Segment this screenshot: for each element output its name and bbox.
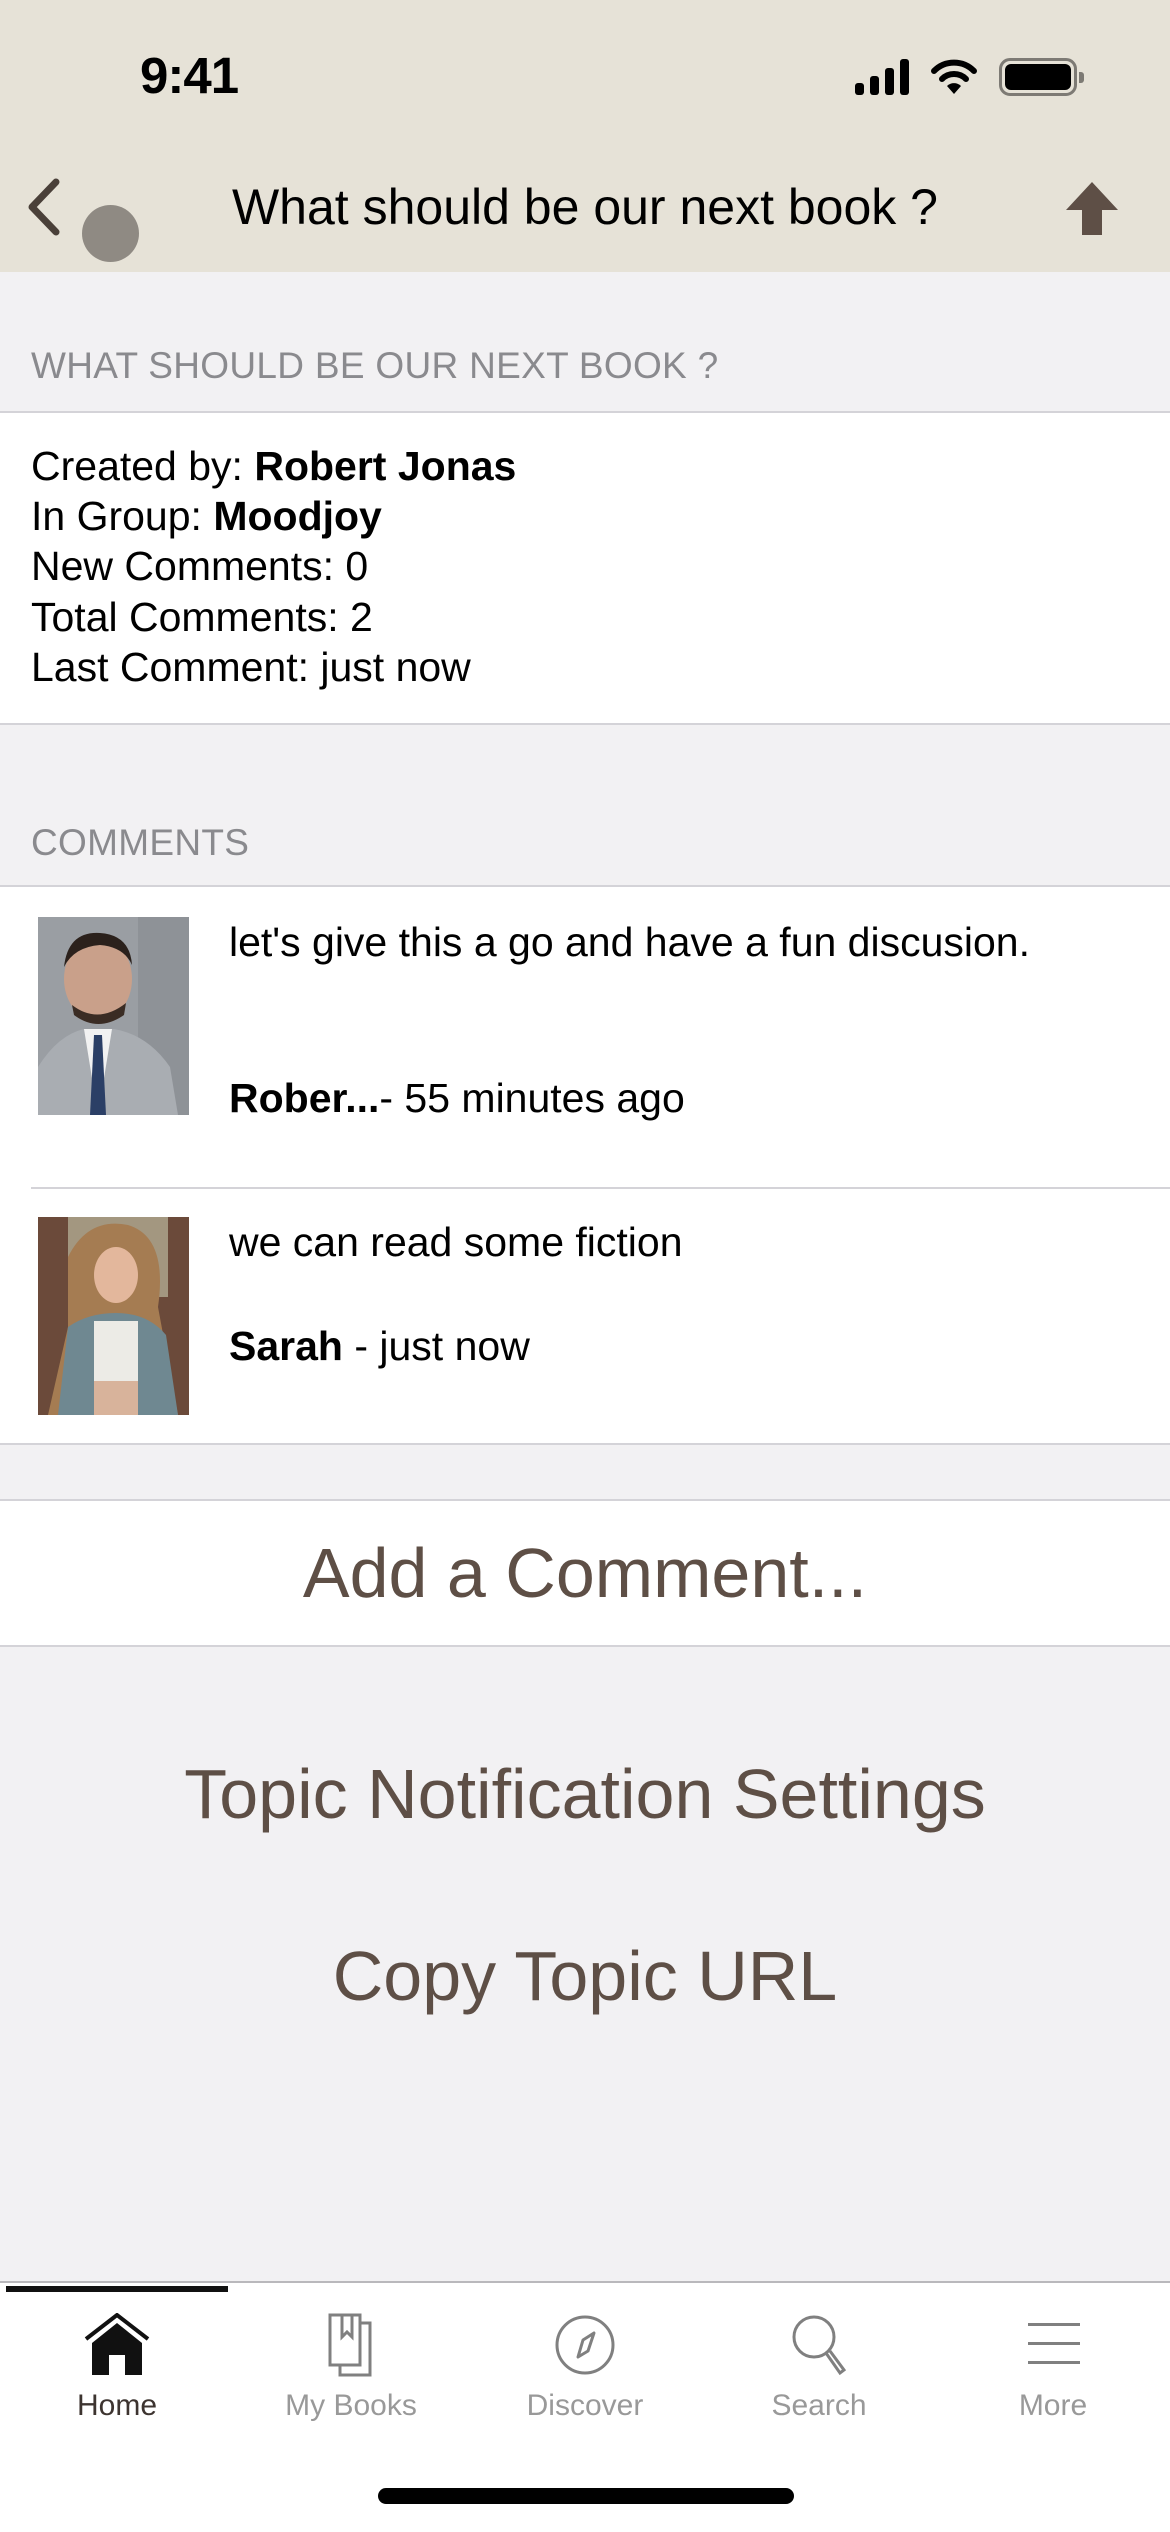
comment-author[interactable]: Sarah [229,1323,343,1369]
home-icon [84,2313,150,2375]
cellular-signal-icon [855,59,909,95]
page-title: What should be our next book ? [231,179,938,235]
comment-avatar[interactable] [38,1217,189,1415]
created-by-name[interactable]: Robert Jonas [254,443,516,489]
battery-icon [999,58,1084,96]
active-tab-indicator [6,2286,228,2292]
status-time: 9:41 [140,47,239,104]
status-bar: 9:41 [0,0,1170,150]
status-icons [855,58,1084,96]
group-label: In Group: [31,493,214,539]
search-icon [792,2315,847,2376]
comments-section-label: COMMENTS [31,822,250,863]
topic-notification-settings-button[interactable]: Topic Notification Settings [0,1754,1170,1834]
add-comment-button[interactable]: Add a Comment... [0,1499,1170,1647]
last-comment-time: Last Comment: just now [31,644,471,690]
tab-my-books[interactable]: My Books [234,2305,468,2455]
tab-more[interactable]: More [936,2305,1170,2455]
menu-icon [1028,2323,1080,2364]
created-by-label: Created by: [31,443,255,489]
arrow-up-icon[interactable] [1062,180,1122,235]
tab-label: My Books [285,2389,417,2422]
navigation-bar: What should be our next book ? [0,150,1170,272]
comment-text: let's give this a go and have a fun disc… [229,919,1031,965]
tab-home[interactable]: Home [0,2305,234,2455]
comment-avatar[interactable] [38,917,189,1115]
group-name[interactable]: Moodjoy [213,493,382,539]
comment-meta: Rober...- 55 minutes ago [229,1075,685,1122]
total-comments-count: Total Comments: 2 [31,594,373,640]
comment-meta: Sarah - just now [229,1323,530,1370]
comment-separator: - [342,1323,380,1369]
tab-label: Discover [526,2389,644,2422]
comment-item[interactable]: let's give this a go and have a fun disc… [0,887,1170,1187]
comment-author[interactable]: Rober... [229,1075,379,1121]
tab-label: Home [76,2389,158,2422]
compass-icon [555,2315,615,2375]
books-icon [328,2313,372,2377]
created-by-line: Created by: Robert Jonas [31,443,516,490]
copy-topic-url-button[interactable]: Copy Topic URL [0,1936,1170,2016]
group-line: In Group: Moodjoy [31,493,382,540]
comment-time: 55 minutes ago [404,1075,685,1121]
comment-separator: - [379,1075,405,1121]
topic-info-card: Created by: Robert Jonas In Group: Moodj… [0,411,1170,725]
comments-list: let's give this a go and have a fun disc… [0,885,1170,1445]
comment-item[interactable]: we can read some fiction Sarah - just no… [31,1187,1170,1445]
tab-discover[interactable]: Discover [468,2305,702,2455]
new-comments-count: New Comments: 0 [31,543,369,589]
tab-label: More [1018,2389,1088,2422]
topic-section-label: WHAT SHOULD BE OUR NEXT BOOK ? [31,345,719,386]
comment-time: just now [379,1323,530,1369]
tab-label: Search [771,2389,867,2422]
tab-search[interactable]: Search [702,2305,936,2455]
wifi-icon [931,59,977,94]
comment-text: we can read some fiction [229,1219,683,1265]
home-indicator [378,2488,794,2504]
